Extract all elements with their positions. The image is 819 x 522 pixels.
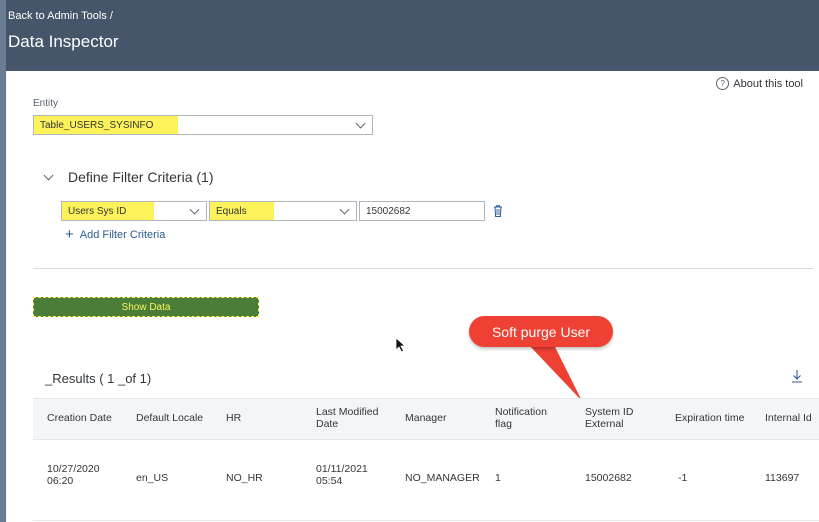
entity-label: Entity [33,98,59,109]
results-title: _Results ( 1 _of 1) [45,371,152,386]
filter-field-value: Users Sys ID [62,202,154,220]
filter-operator-value: Equals [210,202,274,220]
download-icon[interactable] [790,368,804,384]
chevron-down-icon [189,204,200,215]
filter-operator-select[interactable]: Equals [209,201,357,221]
about-label[interactable]: About this tool [733,78,803,90]
cell-notification-flag: 1 [495,472,501,484]
col-expiration-time[interactable]: Expiration time [675,412,744,424]
entity-select-value: Table_USERS_SYSINFO [34,116,178,134]
about-this-tool-link[interactable]: ? About this tool [716,77,803,90]
cell-manager: NO_MANAGER [405,472,480,484]
table-row-divider [33,520,819,521]
show-data-button[interactable]: Show Data [33,297,259,317]
section-divider [33,268,813,269]
filter-section-header[interactable]: Define Filter Criteria (1) [43,169,214,185]
col-default-locale[interactable]: Default Locale [136,412,203,424]
col-internal-id[interactable]: Internal Id [765,412,819,424]
chevron-down-icon [339,204,350,215]
filter-value-text: 15002682 [366,205,411,217]
col-system-id-external[interactable]: System ID External [585,406,645,430]
cell-hr: NO_HR [226,472,263,484]
collapse-chevron-icon[interactable] [43,170,54,180]
back-link-label[interactable]: Back to Admin Tools [8,10,107,22]
app-header: Back to Admin Tools / Data Inspector [0,0,819,71]
delete-filter-icon[interactable] [491,204,505,218]
filter-value-input[interactable]: 15002682 [359,201,485,221]
col-creation-date[interactable]: Creation Date [47,412,112,424]
breadcrumb-separator: / [109,10,113,22]
left-edge-bar [0,0,6,522]
cell-last-modified-date: 01/11/2021 05:54 [316,463,368,487]
help-icon: ? [716,77,730,90]
plus-icon: + [65,226,74,243]
chevron-down-icon [355,118,366,129]
cell-internal-id: 113697 [765,472,800,484]
add-filter-criteria-button[interactable]: + Add Filter Criteria [65,226,166,243]
filter-section-title: Define Filter Criteria (1) [68,169,214,185]
col-last-modified-date[interactable]: Last Modified Date [316,406,396,430]
annotation-callout: Soft purge User [469,316,613,347]
page-title: Data Inspector [8,32,119,51]
mouse-cursor-icon [395,337,407,353]
cell-creation-date: 10/27/2020 06:20 [47,463,100,487]
entity-select[interactable]: Table_USERS_SYSINFO [33,115,373,135]
cell-default-locale: en_US [136,472,169,484]
add-filter-label: Add Filter Criteria [79,229,166,241]
back-to-admin-tools-link[interactable]: Back to Admin Tools / [8,10,113,22]
main-content: ? About this tool Entity Table_USERS_SYS… [7,71,819,522]
filter-field-select[interactable]: Users Sys ID [61,201,207,221]
cell-expiration-time: -1 [678,472,688,484]
col-hr[interactable]: HR [226,412,241,424]
cell-system-id-external: 15002682 [585,472,632,484]
col-notification-flag[interactable]: Notification flag [495,406,561,430]
col-manager[interactable]: Manager [405,412,446,424]
